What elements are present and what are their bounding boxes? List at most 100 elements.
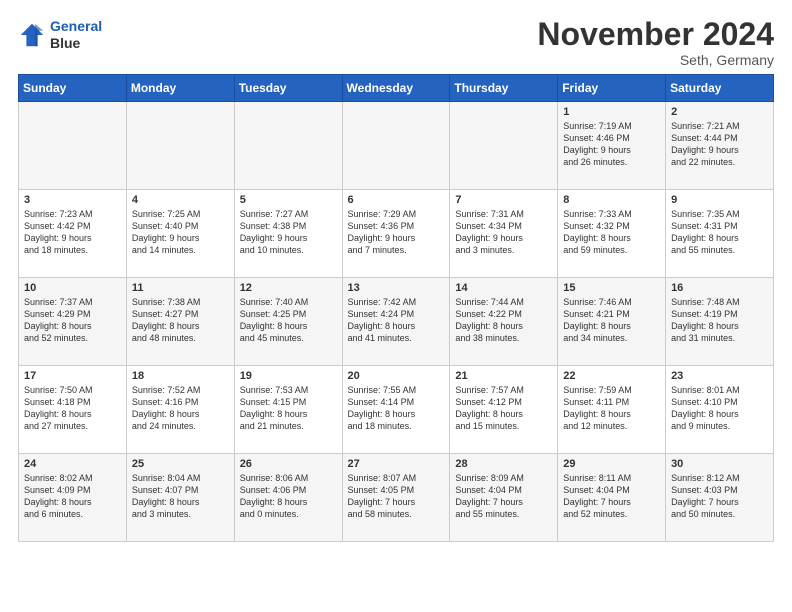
day-info: Sunrise: 7:29 AM Sunset: 4:36 PM Dayligh… [348,208,445,257]
day-number: 27 [348,458,445,470]
logo-line1: General [50,18,102,34]
calendar-week-row: 24 Sunrise: 8:02 AM Sunset: 4:09 PM Dayli… [19,454,774,542]
day-info: Sunrise: 8:07 AM Sunset: 4:05 PM Dayligh… [348,472,445,521]
calendar-cell: 28 Sunrise: 8:09 AM Sunset: 4:04 PM Dayli… [450,454,558,542]
day-number: 24 [24,458,121,470]
header: General Blue November 2024 Seth, Germany [18,18,774,68]
logo: General Blue [18,18,102,52]
day-info: Sunrise: 7:50 AM Sunset: 4:18 PM Dayligh… [24,384,121,433]
calendar-cell: 22 Sunrise: 7:59 AM Sunset: 4:11 PM Dayli… [558,366,666,454]
calendar-cell: 1 Sunrise: 7:19 AM Sunset: 4:46 PM Daylig… [558,102,666,190]
day-number: 21 [455,370,552,382]
calendar-week-row: 17Sunrise: 7:50 AM Sunset: 4:18 PM Dayli… [19,366,774,454]
day-number: 8 [563,194,660,206]
day-info: Sunrise: 8:06 AM Sunset: 4:06 PM Dayligh… [240,472,337,521]
day-number: 28 [455,458,552,470]
calendar-cell: 16Sunrise: 7:48 AM Sunset: 4:19 PM Dayli… [666,278,774,366]
calendar-body: 1 Sunrise: 7:19 AM Sunset: 4:46 PM Daylig… [19,102,774,542]
calendar-cell: 29 Sunrise: 8:11 AM Sunset: 4:04 PM Dayli… [558,454,666,542]
day-info: Sunrise: 7:38 AM Sunset: 4:27 PM Dayligh… [132,296,229,345]
day-info: Sunrise: 7:42 AM Sunset: 4:24 PM Dayligh… [348,296,445,345]
day-info: Sunrise: 7:37 AM Sunset: 4:29 PM Dayligh… [24,296,121,345]
day-info: Sunrise: 7:57 AM Sunset: 4:12 PM Dayligh… [455,384,552,433]
calendar-cell: 25 Sunrise: 8:04 AM Sunset: 4:07 PM Dayli… [126,454,234,542]
day-info: Sunrise: 7:21 AM Sunset: 4:44 PM Dayligh… [671,120,768,169]
day-info: Sunrise: 8:12 AM Sunset: 4:03 PM Dayligh… [671,472,768,521]
calendar-cell [450,102,558,190]
day-number: 16 [671,282,768,294]
day-info: Sunrise: 7:55 AM Sunset: 4:14 PM Dayligh… [348,384,445,433]
calendar-cell: 5Sunrise: 7:27 AM Sunset: 4:38 PM Daylig… [234,190,342,278]
day-number: 1 [563,106,660,118]
day-of-week-monday: Monday [126,75,234,102]
day-info: Sunrise: 8:04 AM Sunset: 4:07 PM Dayligh… [132,472,229,521]
calendar-cell: 24 Sunrise: 8:02 AM Sunset: 4:09 PM Dayli… [19,454,127,542]
calendar-cell: 3 Sunrise: 7:23 AM Sunset: 4:42 PM Daylig… [19,190,127,278]
day-number: 29 [563,458,660,470]
day-number: 13 [348,282,445,294]
calendar-cell: 7Sunrise: 7:31 AM Sunset: 4:34 PM Daylig… [450,190,558,278]
day-number: 10 [24,282,121,294]
calendar-cell: 20 Sunrise: 7:55 AM Sunset: 4:14 PM Dayli… [342,366,450,454]
day-info: Sunrise: 7:44 AM Sunset: 4:22 PM Dayligh… [455,296,552,345]
calendar-week-row: 3 Sunrise: 7:23 AM Sunset: 4:42 PM Daylig… [19,190,774,278]
day-number: 11 [132,282,229,294]
day-number: 15 [563,282,660,294]
day-info: Sunrise: 7:19 AM Sunset: 4:46 PM Dayligh… [563,120,660,169]
calendar-cell: 10 Sunrise: 7:37 AM Sunset: 4:29 PM Dayli… [19,278,127,366]
calendar-cell: 6 Sunrise: 7:29 AM Sunset: 4:36 PM Daylig… [342,190,450,278]
day-info: Sunrise: 7:27 AM Sunset: 4:38 PM Dayligh… [240,208,337,257]
day-info: Sunrise: 7:52 AM Sunset: 4:16 PM Dayligh… [132,384,229,433]
day-of-week-wednesday: Wednesday [342,75,450,102]
day-number: 3 [24,194,121,206]
day-info: Sunrise: 7:53 AM Sunset: 4:15 PM Dayligh… [240,384,337,433]
day-of-week-saturday: Saturday [666,75,774,102]
calendar-cell: 11 Sunrise: 7:38 AM Sunset: 4:27 PM Dayli… [126,278,234,366]
logo-icon [18,21,46,49]
day-info: Sunrise: 7:46 AM Sunset: 4:21 PM Dayligh… [563,296,660,345]
calendar-cell: 19 Sunrise: 7:53 AM Sunset: 4:15 PM Dayli… [234,366,342,454]
day-info: Sunrise: 8:01 AM Sunset: 4:10 PM Dayligh… [671,384,768,433]
day-number: 25 [132,458,229,470]
day-number: 2 [671,106,768,118]
day-number: 7 [455,194,552,206]
day-info: Sunrise: 7:23 AM Sunset: 4:42 PM Dayligh… [24,208,121,257]
calendar-cell: 26Sunrise: 8:06 AM Sunset: 4:06 PM Dayli… [234,454,342,542]
day-number: 9 [671,194,768,206]
day-number: 22 [563,370,660,382]
day-of-week-thursday: Thursday [450,75,558,102]
calendar-cell [234,102,342,190]
calendar-cell [126,102,234,190]
day-number: 4 [132,194,229,206]
day-info: Sunrise: 7:33 AM Sunset: 4:32 PM Dayligh… [563,208,660,257]
location: Seth, Germany [537,52,774,68]
day-number: 6 [348,194,445,206]
page: General Blue November 2024 Seth, Germany… [0,0,792,552]
day-of-week-tuesday: Tuesday [234,75,342,102]
day-info: Sunrise: 8:11 AM Sunset: 4:04 PM Dayligh… [563,472,660,521]
calendar-cell: 4Sunrise: 7:25 AM Sunset: 4:40 PM Daylig… [126,190,234,278]
calendar-header-row: SundayMondayTuesdayWednesdayThursdayFrid… [19,75,774,102]
calendar-cell: 23 Sunrise: 8:01 AM Sunset: 4:10 PM Dayli… [666,366,774,454]
day-number: 19 [240,370,337,382]
month-title: November 2024 [537,18,774,50]
day-info: Sunrise: 8:02 AM Sunset: 4:09 PM Dayligh… [24,472,121,521]
calendar-cell: 21 Sunrise: 7:57 AM Sunset: 4:12 PM Dayli… [450,366,558,454]
day-of-week-friday: Friday [558,75,666,102]
day-number: 30 [671,458,768,470]
calendar-cell: 13 Sunrise: 7:42 AM Sunset: 4:24 PM Dayli… [342,278,450,366]
calendar-cell: 27 Sunrise: 8:07 AM Sunset: 4:05 PM Dayli… [342,454,450,542]
day-number: 18 [132,370,229,382]
calendar-cell: 9 Sunrise: 7:35 AM Sunset: 4:31 PM Daylig… [666,190,774,278]
calendar-cell: 18 Sunrise: 7:52 AM Sunset: 4:16 PM Dayli… [126,366,234,454]
calendar-cell: 12Sunrise: 7:40 AM Sunset: 4:25 PM Dayli… [234,278,342,366]
calendar-cell: 17Sunrise: 7:50 AM Sunset: 4:18 PM Dayli… [19,366,127,454]
day-number: 23 [671,370,768,382]
day-info: Sunrise: 7:35 AM Sunset: 4:31 PM Dayligh… [671,208,768,257]
day-info: Sunrise: 7:59 AM Sunset: 4:11 PM Dayligh… [563,384,660,433]
calendar-cell [342,102,450,190]
title-block: November 2024 Seth, Germany [537,18,774,68]
calendar-cell: 30 Sunrise: 8:12 AM Sunset: 4:03 PM Dayli… [666,454,774,542]
day-number: 20 [348,370,445,382]
day-info: Sunrise: 8:09 AM Sunset: 4:04 PM Dayligh… [455,472,552,521]
